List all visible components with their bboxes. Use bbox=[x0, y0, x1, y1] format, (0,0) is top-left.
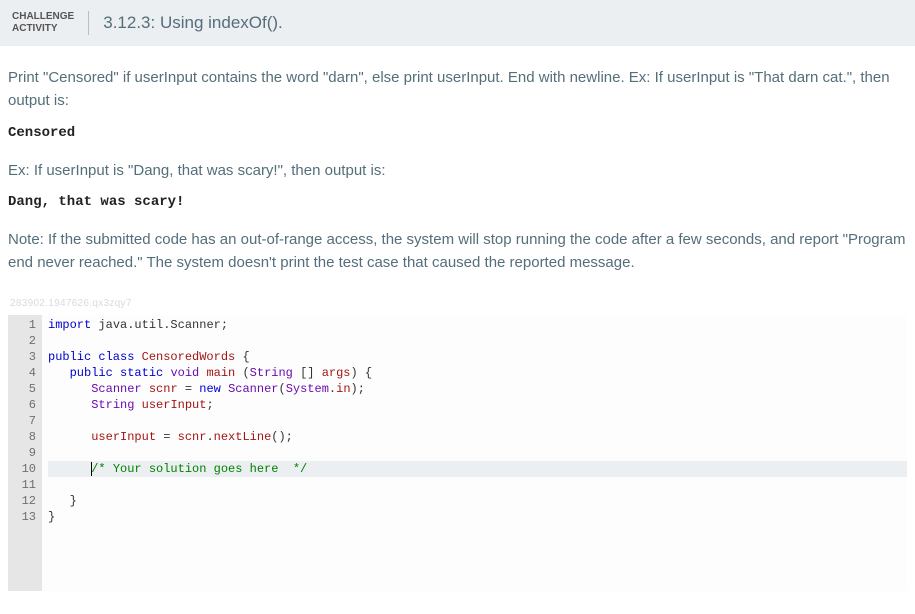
description-paragraph-3: Note: If the submitted code has an out-o… bbox=[8, 228, 907, 275]
line-number-gutter: 12345678910111213 bbox=[8, 315, 42, 591]
example-output-2: Dang, that was scary! bbox=[8, 194, 907, 210]
code-line[interactable]: } bbox=[48, 509, 907, 525]
challenge-activity-label: CHALLENGE ACTIVITY bbox=[12, 11, 89, 35]
line-number: 6 bbox=[8, 397, 42, 413]
line-number: 4 bbox=[8, 365, 42, 381]
code-line[interactable] bbox=[48, 333, 907, 349]
activity-hash: 283902.1947626.qx3zqy7 bbox=[10, 298, 907, 309]
code-line[interactable]: public static void main (String [] args)… bbox=[48, 365, 907, 381]
line-number: 10 bbox=[8, 461, 42, 477]
challenge-header: CHALLENGE ACTIVITY 3.12.3: Using indexOf… bbox=[0, 0, 915, 46]
challenge-title: 3.12.3: Using indexOf(). bbox=[89, 13, 283, 33]
description-paragraph-1: Print "Censored" if userInput contains t… bbox=[8, 66, 907, 113]
line-number: 7 bbox=[8, 413, 42, 429]
problem-description: Print "Censored" if userInput contains t… bbox=[8, 66, 907, 274]
line-number: 1 bbox=[8, 317, 42, 333]
line-number: 3 bbox=[8, 349, 42, 365]
code-line[interactable] bbox=[48, 477, 907, 493]
code-line[interactable]: } bbox=[48, 493, 907, 509]
challenge-label-line2: ACTIVITY bbox=[12, 23, 74, 35]
code-editor[interactable]: 12345678910111213 import java.util.Scann… bbox=[8, 315, 907, 591]
code-line[interactable]: import java.util.Scanner; bbox=[48, 317, 907, 333]
challenge-label-line1: CHALLENGE bbox=[12, 11, 74, 23]
example-output-1: Censored bbox=[8, 125, 907, 141]
code-line[interactable]: public class CensoredWords { bbox=[48, 349, 907, 365]
code-line[interactable]: String userInput; bbox=[48, 397, 907, 413]
line-number: 5 bbox=[8, 381, 42, 397]
line-number: 11 bbox=[8, 477, 42, 493]
code-body[interactable]: import java.util.Scanner; public class C… bbox=[42, 315, 907, 591]
line-number: 2 bbox=[8, 333, 42, 349]
line-number: 13 bbox=[8, 509, 42, 525]
code-line[interactable]: /* Your solution goes here */ bbox=[48, 461, 907, 477]
line-number: 9 bbox=[8, 445, 42, 461]
line-number: 8 bbox=[8, 429, 42, 445]
code-line[interactable]: userInput = scnr.nextLine(); bbox=[48, 429, 907, 445]
content-area: Print "Censored" if userInput contains t… bbox=[0, 46, 915, 601]
line-number: 12 bbox=[8, 493, 42, 509]
code-line[interactable] bbox=[48, 445, 907, 461]
code-line[interactable]: Scanner scnr = new Scanner(System.in); bbox=[48, 381, 907, 397]
description-paragraph-2: Ex: If userInput is "Dang, that was scar… bbox=[8, 159, 907, 182]
code-line[interactable] bbox=[48, 413, 907, 429]
